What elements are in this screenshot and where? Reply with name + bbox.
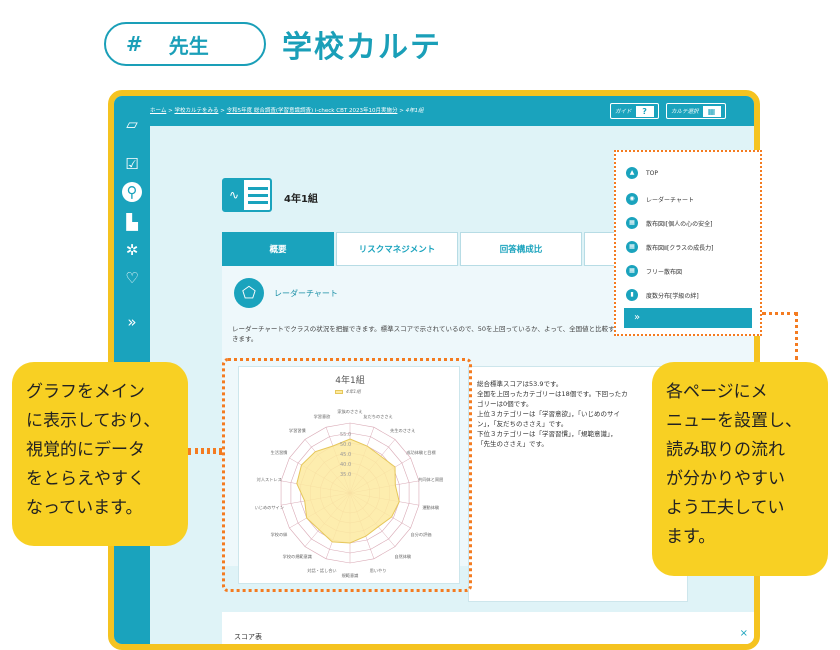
guide-button[interactable]: ガイド ? [610, 103, 659, 119]
left-connector [188, 448, 222, 454]
grid-icon: ▦ [702, 105, 721, 117]
role-pill: # 先生 [104, 22, 266, 66]
tab-overview[interactable]: 概要 [222, 232, 334, 266]
tab-answers[interactable]: 回答構成比 [460, 232, 582, 266]
class-name: 4年1組 [284, 194, 318, 205]
chart-icon[interactable]: ▱ [122, 114, 142, 134]
role-label: 先生 [168, 33, 209, 58]
close-icon[interactable]: × [740, 628, 748, 639]
heart-icon[interactable]: ♡ [122, 268, 142, 288]
grid-icon: ▦ [626, 241, 638, 253]
score-table-title: スコア表 [234, 633, 262, 641]
chart-highlight [222, 358, 472, 592]
summary-line-7: 「先生のささえ」です。 [477, 440, 548, 448]
gear-icon[interactable]: ✲ [122, 240, 142, 260]
expand-icon[interactable]: » [122, 312, 142, 332]
summary-line-3: ゴリーは0個です。 [477, 400, 533, 408]
bar-icon[interactable]: ▙ [122, 212, 142, 232]
score-table-header[interactable]: スコア表 × [222, 612, 754, 644]
triangle-icon: ▲ [626, 167, 638, 179]
menu-item-free-scatter[interactable]: ▦ フリー散布図 [626, 264, 682, 278]
grid-icon: ▦ [626, 217, 638, 229]
checklist-icon[interactable]: ☑ [122, 154, 142, 174]
bar-chart-icon: ▮ [626, 289, 638, 301]
crumb-survey[interactable]: 令和5年度 総合調査(学習意識調査) i-check CBT 2023年10月実… [227, 108, 398, 114]
tab-risk[interactable]: リスクマネジメント [336, 232, 458, 266]
right-connector [762, 312, 798, 360]
section-title: レーダーチャート [274, 289, 338, 298]
menu-item-histogram[interactable]: ▮ 度数分布[学級の絆] [626, 288, 699, 302]
summary-line-6: 下位３カテゴリーは「学習習慣」，「規範意識」， [477, 430, 617, 438]
menu-item-scatter2[interactable]: ▦ 散布図Ⅱ[クラスの成長力] [626, 240, 714, 254]
summary-line-4: 上位３カテゴリーは「学習意欲」，「いじめのサイ [477, 410, 620, 418]
grid-icon: ▦ [626, 265, 638, 277]
menu-item-scatter1[interactable]: ▦ 散布図Ⅰ[個人の心の安全] [626, 216, 712, 230]
search-icon[interactable]: ⚲ [122, 182, 142, 202]
karte-select-button[interactable]: カルテ選択 ▦ [666, 103, 726, 119]
hash-icon: # [126, 32, 143, 56]
page-title: 学校カルテ [282, 30, 442, 65]
callout-left: グラフをメイン に表示しており、 視覚的にデータ をとらえやすく なっています。 [12, 362, 188, 546]
class-icon: ∿ [222, 178, 272, 212]
page-menu: ▲ TOP ◉ レーダーチャート ▦ 散布図Ⅰ[個人の心の安全] ▦ 散布図Ⅱ[クラスの… [614, 150, 762, 336]
help-icon: ? [635, 105, 654, 117]
radar-icon: ◉ [626, 193, 638, 205]
callout-right: 各ページにメ ニューを設置し、 読み取りの流れ が分かりやすい よう工夫してい … [652, 362, 828, 576]
breadcrumb: ホーム > 学校カルテをみる > 令和5年度 総合調査(学習意識調査) i-ch… [150, 108, 424, 114]
pentagon-icon: ⬠ [234, 278, 264, 308]
menu-expand-button[interactable]: » [624, 308, 752, 328]
summary-line-5: ン」，「友だちのささえ」です。 [477, 420, 568, 428]
summary-line-2: 全国を上回ったカテゴリーは18個です。下回ったカ [477, 390, 628, 398]
crumb-home[interactable]: ホーム [150, 108, 166, 114]
summary-line-1: 総合標準スコアは53.9です。 [477, 380, 563, 388]
section-description: レーダーチャートでクラスの状況を把握できます。標準スコアで示されているので、50… [232, 325, 648, 343]
menu-item-top[interactable]: ▲ TOP [626, 166, 658, 180]
menu-item-radar[interactable]: ◉ レーダーチャート [626, 192, 694, 206]
crumb-current: 4年1組 [405, 108, 424, 114]
crumb-karte[interactable]: 学校カルテをみる [174, 108, 218, 114]
